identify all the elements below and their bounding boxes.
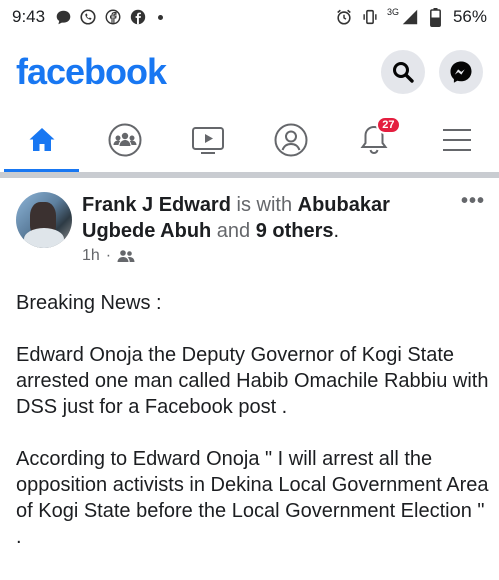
profile-icon (274, 123, 308, 157)
title-period: . (333, 220, 340, 242)
post-paragraph: Edward Onoja the Deputy Governor of Kogi… (16, 344, 495, 418)
messenger-icon (450, 61, 472, 83)
post-paragraph: Breaking News : (16, 292, 162, 314)
post-time[interactable]: 1h (82, 247, 100, 265)
main-nav: 27 (0, 108, 499, 172)
with-text: is with (230, 194, 298, 216)
tab-notifications[interactable]: 27 (333, 108, 416, 172)
tab-menu[interactable] (416, 108, 499, 172)
battery-percent: 56% (452, 7, 487, 26)
battery-icon (427, 7, 445, 27)
home-icon (29, 128, 55, 151)
post-header: Frank J Edward is with Abubakar Ugbede A… (16, 192, 486, 265)
feed-divider (0, 172, 499, 178)
tab-watch[interactable] (166, 108, 249, 172)
author-name[interactable]: Frank J Edward (82, 194, 231, 216)
post-options-button[interactable]: ••• (461, 190, 485, 213)
notification-badge: 27 (376, 116, 401, 134)
whatsapp-icon (79, 8, 97, 26)
meta-separator: · (105, 247, 112, 264)
more-notifications-dot (158, 14, 164, 20)
search-icon (393, 62, 414, 83)
post-title-line: Frank J Edward is with Abubakar Ugbede A… (82, 192, 432, 244)
facebook-icon (129, 8, 147, 26)
post-paragraph: According to Edward Onoja " I will arres… (16, 448, 495, 548)
tab-groups[interactable] (83, 108, 166, 172)
menu-icon (443, 129, 472, 151)
watch-icon (191, 127, 224, 154)
network-type: 3G (386, 7, 399, 17)
facebook-logo[interactable]: facebook (16, 51, 167, 93)
groups-icon (108, 123, 142, 157)
author-avatar[interactable] (16, 192, 72, 248)
status-time: 9:43 (12, 7, 46, 26)
post-meta: 1h · (82, 247, 432, 265)
messenger-button[interactable] (439, 50, 483, 94)
search-button[interactable] (381, 50, 425, 94)
post-body: Breaking News : Edward Onoja the Deputy … (16, 290, 490, 576)
alarm-icon (335, 8, 353, 26)
and-text: and (211, 220, 256, 242)
tab-home[interactable] (0, 108, 83, 172)
app-header: facebook (0, 40, 499, 104)
status-bar: 9:43 3G 56% (0, 0, 499, 34)
facebook-outline-icon (104, 8, 122, 26)
chat-bubble-icon (54, 8, 72, 26)
vibrate-icon (361, 8, 379, 26)
tab-profile[interactable] (250, 108, 333, 172)
others-link[interactable]: 9 others (256, 220, 334, 242)
signal-icon (401, 8, 419, 26)
friends-audience-icon (117, 250, 135, 262)
